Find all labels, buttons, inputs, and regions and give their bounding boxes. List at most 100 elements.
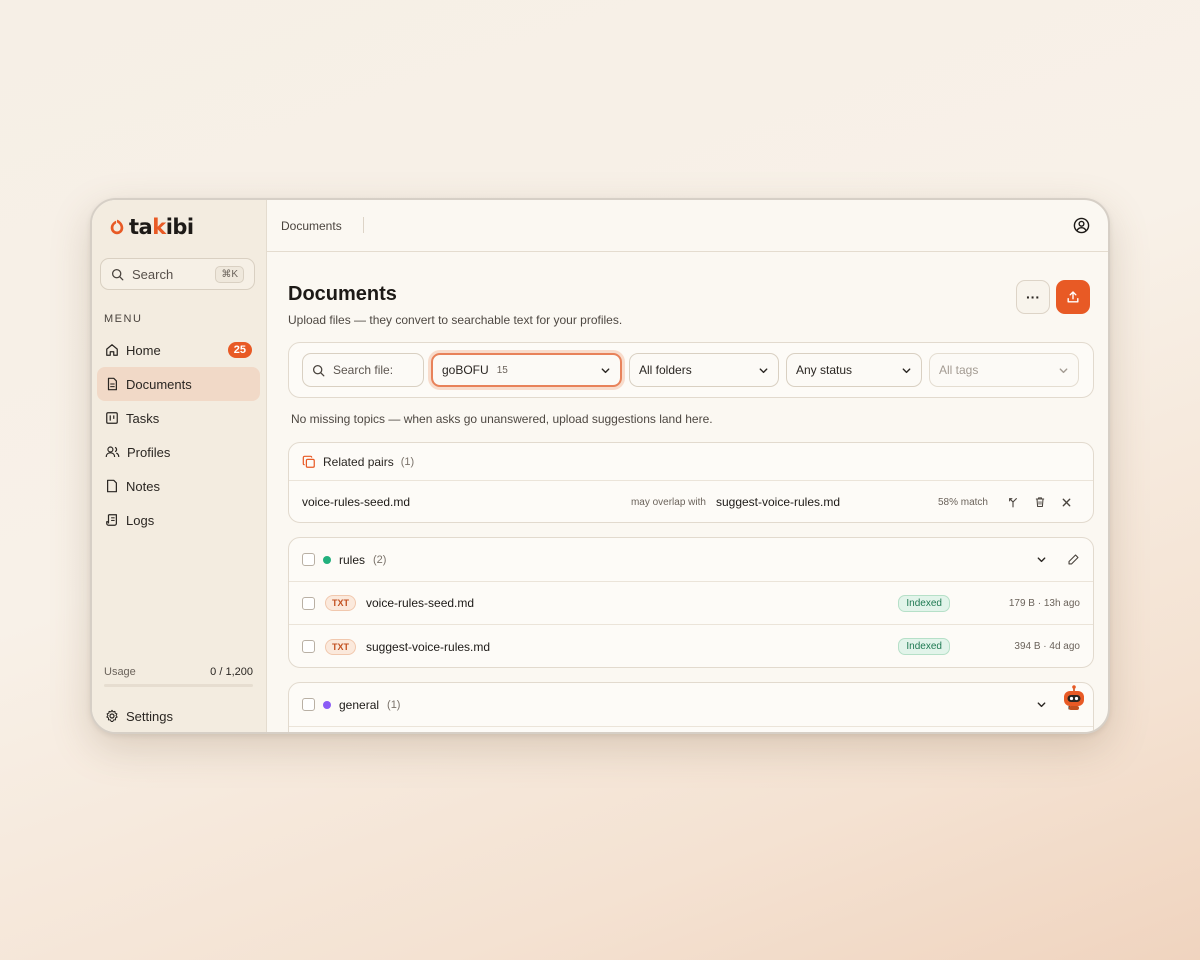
flame-logo-icon [108, 218, 126, 236]
assistant-bot-button[interactable] [1060, 684, 1088, 712]
sidebar-search-label: Search [132, 266, 174, 282]
breadcrumb-divider [363, 217, 364, 233]
logo-text: takibi [129, 215, 194, 239]
search-icon [111, 268, 124, 281]
usage-label: Usage [104, 666, 136, 678]
sidebar-item-logs[interactable]: Logs [97, 503, 260, 537]
chevron-down-icon[interactable] [1036, 554, 1047, 565]
sidebar-item-notes[interactable]: Notes [97, 469, 260, 503]
sidebar-item-label: Documents [126, 376, 192, 392]
chevron-down-icon [901, 365, 912, 376]
search-shortcut-hint: ⌘K [215, 265, 244, 283]
pair-match-score: 58% match [937, 496, 988, 508]
folder-group-general: general (1) [288, 682, 1094, 732]
profile-select-value: goBOFU [442, 363, 489, 377]
tags-select-placeholder: All tags [939, 363, 979, 377]
profile-count: 15 [496, 364, 508, 376]
chevron-down-icon [600, 365, 611, 376]
related-pairs-panel: Related pairs (1) voice-rules-seed.md ma… [288, 442, 1094, 523]
delete-pair-button[interactable] [1026, 496, 1053, 508]
sidebar-item-label: Notes [126, 478, 160, 494]
group-name: rules [339, 552, 366, 567]
menu-heading: MENU [104, 313, 143, 325]
merge-icon [1007, 496, 1019, 508]
scroll-icon [105, 513, 119, 527]
group-checkbox[interactable] [302, 553, 315, 566]
status-badge: Indexed [898, 594, 950, 612]
file-checkbox[interactable] [302, 596, 315, 610]
chevron-down-icon [1058, 365, 1069, 376]
page-subtitle: Upload files — they convert to searchabl… [288, 313, 623, 327]
usage-value: 0 / 1,200 [210, 666, 253, 678]
group-count: (1) [387, 698, 401, 711]
tags-select[interactable]: All tags [929, 353, 1079, 387]
file-row[interactable]: TXT voice-rules-seed.md Indexed 179 B · … [289, 582, 1093, 625]
status-badge: Indexed [898, 638, 950, 655]
sidebar-nav: Home 25 Documents Tasks Profiles Notes L… [97, 333, 260, 537]
more-options-button[interactable]: ··· [1016, 280, 1050, 314]
group-header[interactable]: general (1) [289, 683, 1093, 727]
gear-icon [105, 709, 119, 723]
logo[interactable]: takibi [108, 215, 194, 239]
group-color-dot [323, 700, 331, 709]
pair-left-file[interactable]: voice-rules-seed.md [302, 495, 631, 509]
account-icon[interactable] [1073, 217, 1090, 239]
file-search-input[interactable]: Search file: [302, 353, 424, 387]
app-window: takibi Search ⌘K MENU Home 25 Documents … [90, 198, 1110, 734]
sidebar-item-profiles[interactable]: Profiles [97, 435, 260, 469]
group-checkbox[interactable] [302, 698, 315, 711]
file-name[interactable]: suggest-voice-rules.md [366, 640, 888, 654]
sidebar-search-button[interactable]: Search ⌘K [100, 258, 255, 290]
edit-icon[interactable] [1067, 553, 1080, 566]
filter-bar: Search file: goBOFU 15 All folders Any s… [288, 342, 1094, 398]
usage-bar [104, 684, 253, 687]
main-content: Documents Upload files — they convert to… [267, 252, 1108, 732]
chevron-down-icon[interactable] [1036, 699, 1047, 710]
file-checkbox[interactable] [302, 640, 315, 653]
search-icon [312, 364, 325, 377]
file-meta: 179 B · 13h ago [1008, 597, 1080, 609]
sidebar-item-tasks[interactable]: Tasks [97, 401, 260, 435]
sidebar-item-label: Settings [126, 708, 173, 724]
profile-select[interactable]: goBOFU 15 [431, 353, 622, 387]
status-select[interactable]: Any status [786, 353, 922, 387]
pair-overlap-label: may overlap with [630, 496, 706, 508]
copy-icon [302, 455, 316, 469]
top-bar: Documents [267, 200, 1108, 252]
pair-right-file[interactable]: suggest-voice-rules.md [716, 495, 938, 509]
related-pairs-title: Related pairs [323, 454, 394, 469]
kanban-icon [105, 411, 119, 425]
settings-nav: Settings [97, 699, 260, 732]
upload-button[interactable] [1056, 280, 1090, 314]
sidebar-item-settings[interactable]: Settings [97, 699, 260, 732]
sidebar-item-label: Tasks [126, 410, 160, 426]
home-count-badge: 25 [227, 342, 252, 358]
sidebar: takibi Search ⌘K MENU Home 25 Documents … [92, 200, 267, 732]
file-type-tag: TXT [325, 595, 356, 611]
sidebar-item-label: Profiles [127, 444, 171, 460]
sidebar-item-label: Logs [126, 512, 155, 528]
sidebar-item-home[interactable]: Home 25 [97, 333, 260, 367]
note-icon [105, 479, 119, 493]
folder-select[interactable]: All folders [629, 353, 779, 387]
robot-icon [1060, 684, 1088, 712]
file-row[interactable]: TXT suggest-voice-rules.md Indexed 394 B… [289, 625, 1093, 667]
sidebar-item-documents[interactable]: Documents [97, 367, 260, 401]
group-name: general [339, 697, 380, 712]
sidebar-item-label: Home [126, 342, 161, 358]
group-count: (2) [373, 553, 387, 566]
usage-meter: Usage 0 / 1,200 [104, 666, 253, 678]
trash-icon [1034, 496, 1046, 508]
file-name[interactable]: voice-rules-seed.md [366, 596, 888, 610]
missing-topics-notice: No missing topics — when asks go unanswe… [291, 412, 713, 426]
close-icon [1061, 497, 1072, 508]
status-select-value: Any status [796, 363, 853, 377]
chevron-down-icon [758, 365, 769, 376]
dismiss-pair-button[interactable] [1053, 497, 1080, 508]
document-icon [105, 377, 119, 391]
group-header[interactable]: rules (2) [289, 538, 1093, 582]
group-color-dot [323, 555, 331, 564]
breadcrumb[interactable]: Documents [281, 219, 342, 233]
merge-button[interactable] [999, 496, 1026, 508]
folder-group-rules: rules (2) TXT voice-rules-seed.md Indexe… [288, 537, 1094, 668]
